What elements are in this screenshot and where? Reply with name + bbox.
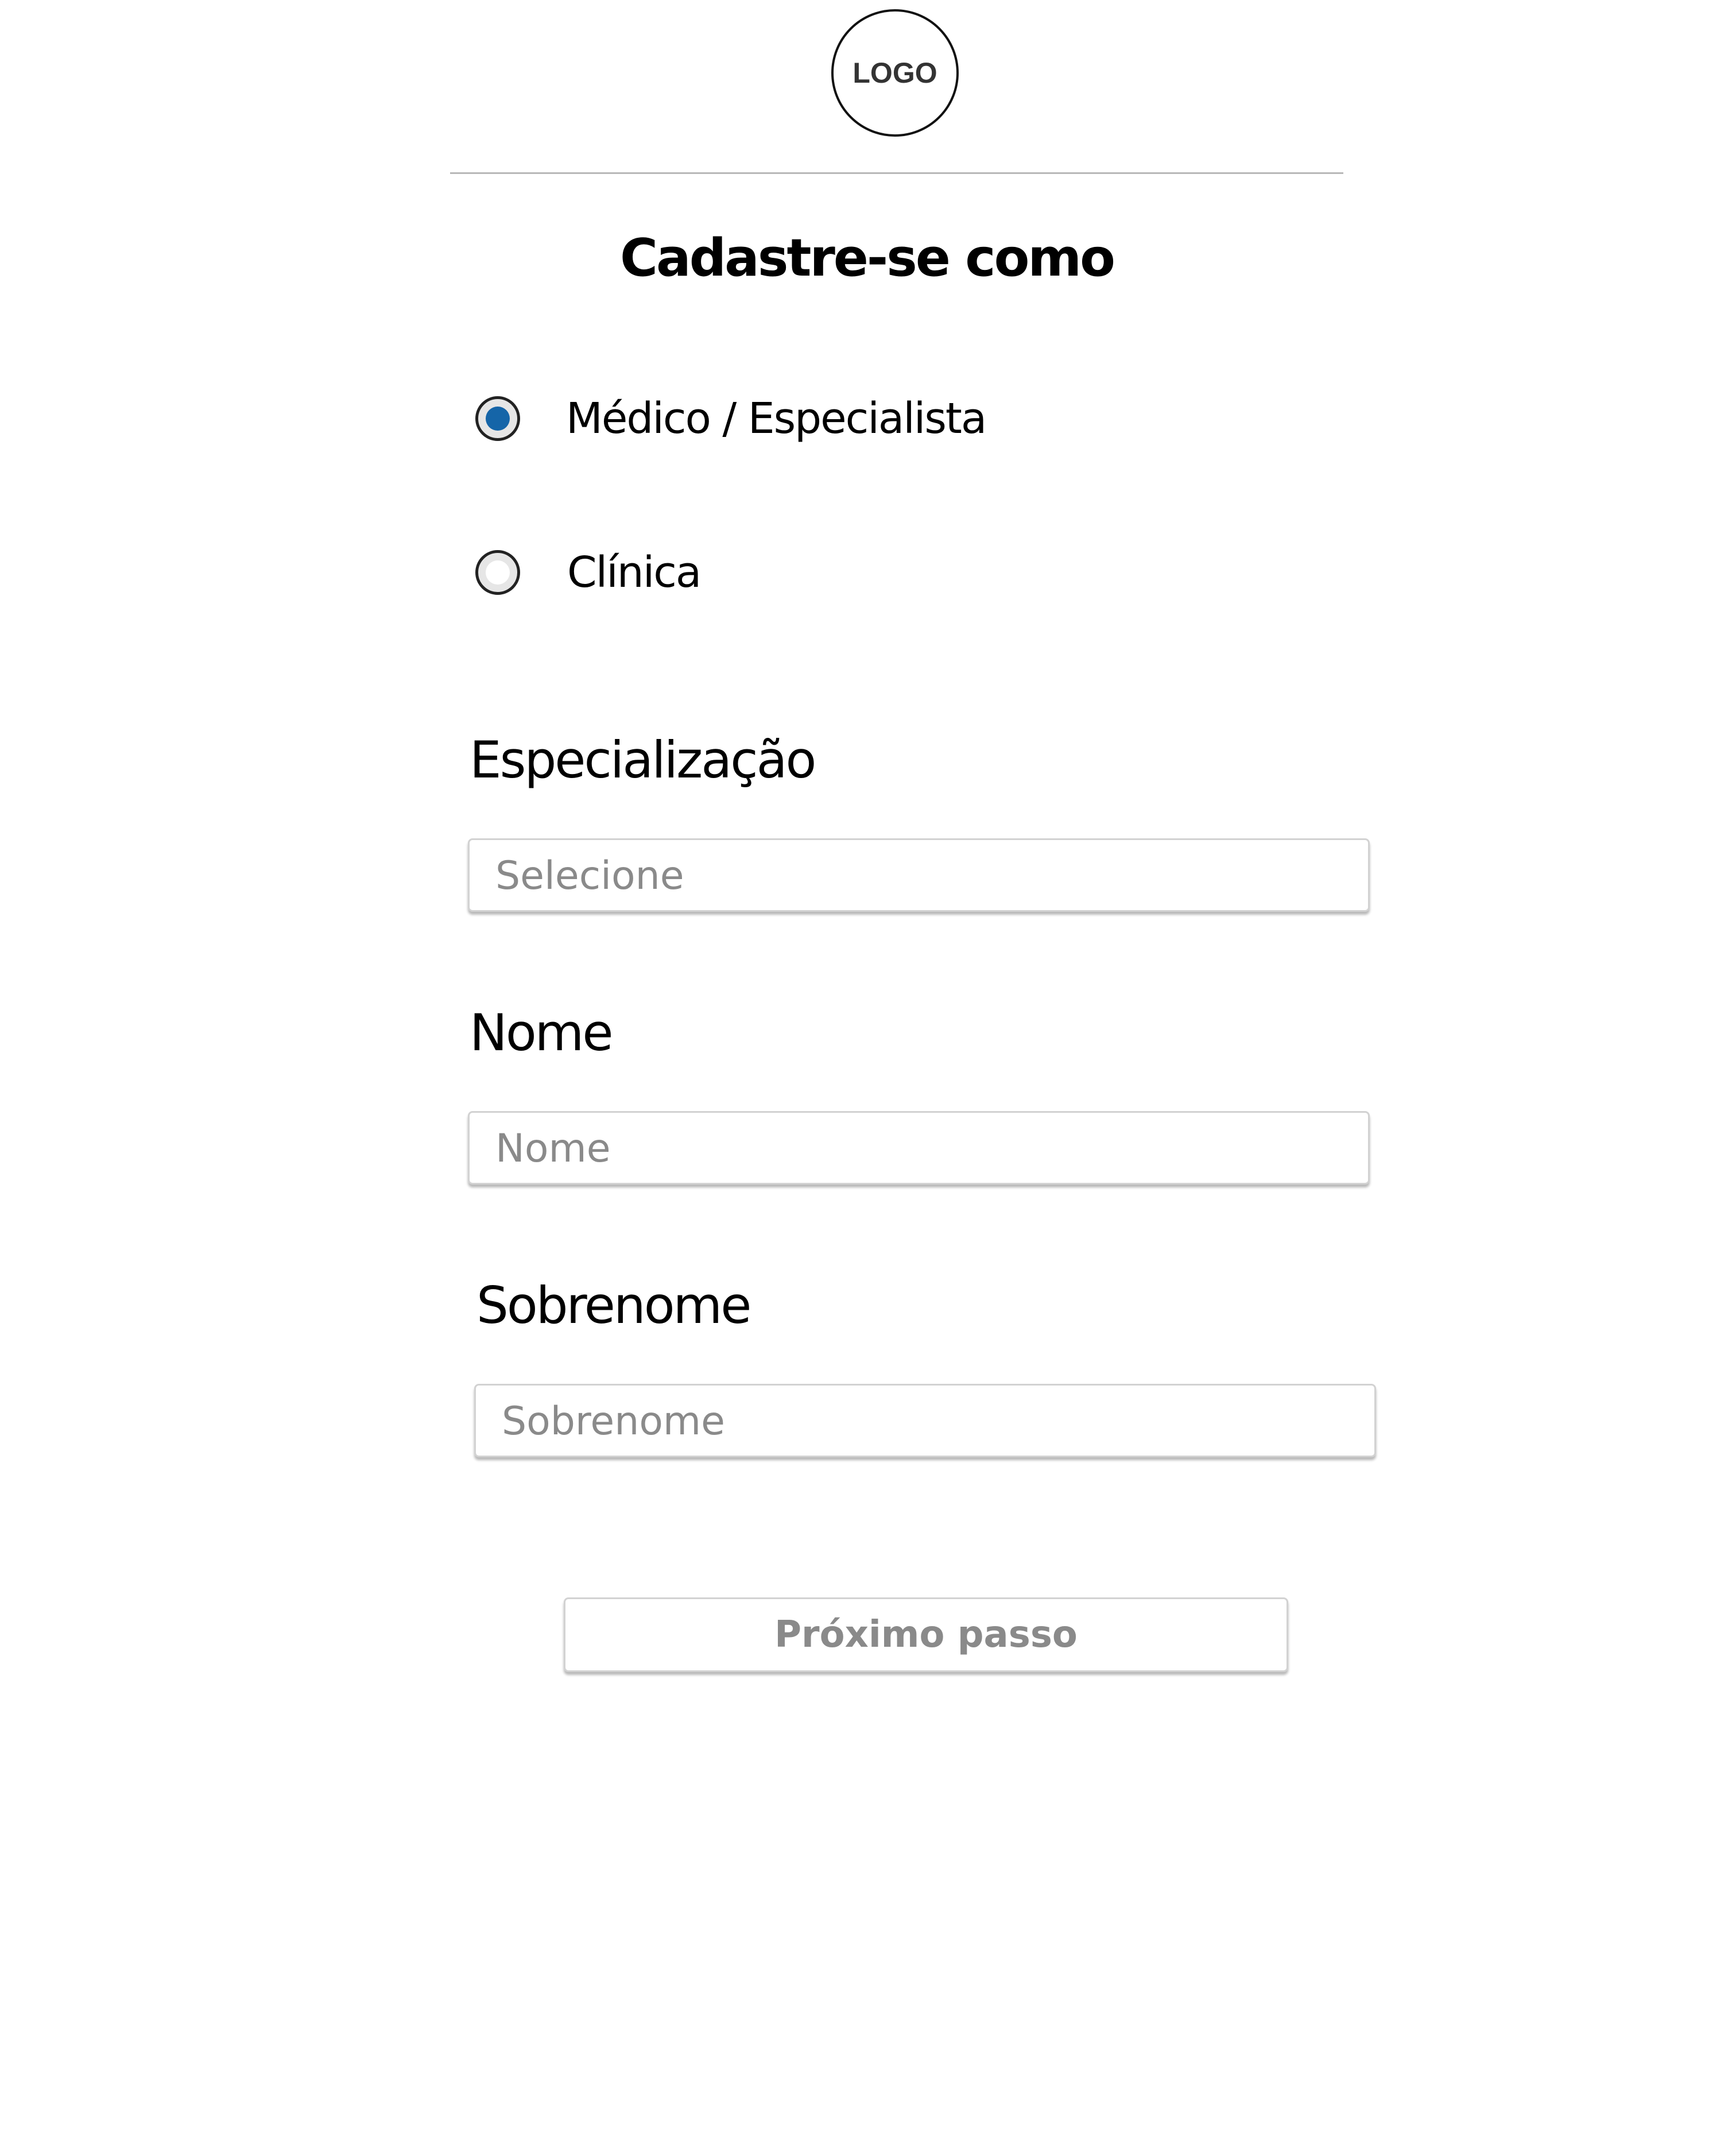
radio-label-medico: Médico / Especialista [566,394,987,443]
radio-label-clinica: Clínica [567,548,702,597]
header-divider [450,172,1343,174]
first-name-label: Nome [470,1003,614,1062]
radio-option-medico[interactable]: Médico / Especialista [475,394,987,443]
last-name-label: Sobrenome [476,1276,751,1335]
first-name-field[interactable]: Nome [468,1111,1370,1185]
page-title: Cadastre-se como [619,228,1115,288]
radio-button-checked[interactable] [475,396,520,441]
radio-dot [486,407,510,431]
logo: LOGO [831,9,959,137]
radio-dot [486,560,510,585]
specialization-select[interactable]: Selecione [468,838,1370,912]
specialization-label: Especialização [470,730,816,790]
radio-button-unchecked[interactable] [475,550,520,595]
radio-option-clinica[interactable]: Clínica [475,548,702,597]
next-step-button[interactable]: Próximo passo [564,1597,1288,1672]
last-name-field[interactable]: Sobrenome [474,1384,1376,1457]
